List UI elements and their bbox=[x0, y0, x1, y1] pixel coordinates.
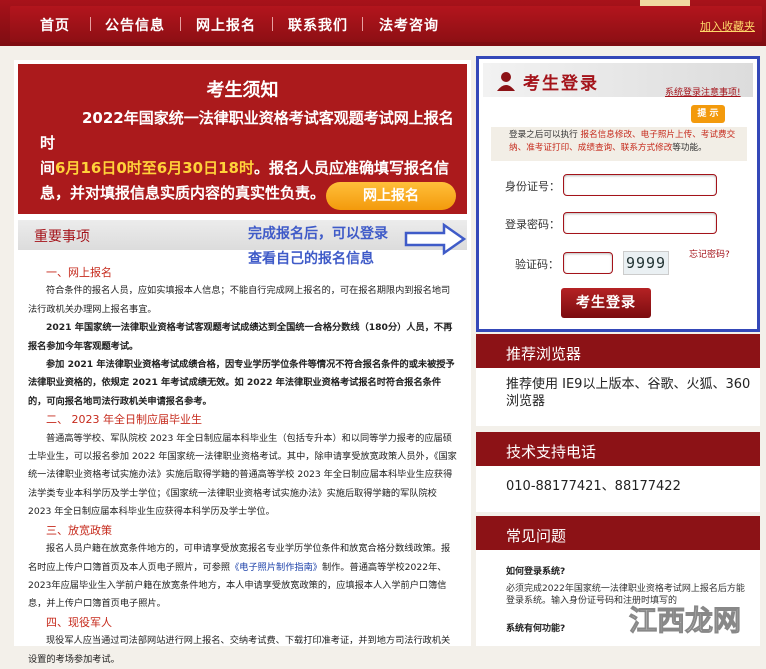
login-button[interactable]: 考生登录 bbox=[561, 288, 651, 318]
user-icon bbox=[497, 72, 515, 91]
browser-box: 推荐浏览器 推荐使用 IE9以上版本、谷歌、火狐、360浏览器 bbox=[476, 334, 760, 426]
nav-bar: 首页 公告信息 网上报名 联系我们 法考咨询 bbox=[10, 6, 762, 42]
support-title: 技术支持电话 bbox=[476, 432, 760, 466]
support-box: 技术支持电话 010-88177421、88177422 bbox=[476, 432, 760, 512]
notice-dates-highlight: 6月16日0时至6月30日18时 bbox=[55, 159, 254, 177]
paragraph: 现役军人应当通过司法部网站进行网上报名、交纳考试费、下载打印准考证，并到地方司法… bbox=[28, 635, 451, 665]
paragraph: 2021 年国家统一法律职业资格考试客观题考试成绩达到全国统一合格分数线（180… bbox=[28, 322, 453, 352]
paragraph: 报名人员户籍在放宽条件地方的，可申请享受放宽报名专业学历学位条件和放宽合格分数线… bbox=[28, 540, 458, 614]
notice-title: 考生须知 bbox=[206, 80, 279, 101]
watermark-logo-icon: 江西龙网 bbox=[628, 604, 741, 638]
add-favorite-link[interactable]: 加入收藏夹 bbox=[700, 18, 755, 34]
login-header: 考生登录 系统登录注意事项! bbox=[483, 63, 753, 98]
notice-text: 间 bbox=[40, 159, 56, 177]
browser-title: 推荐浏览器 bbox=[476, 334, 760, 368]
section-heading: 一、网上报名 bbox=[46, 266, 112, 279]
id-number-input[interactable] bbox=[563, 174, 717, 196]
left-panel: 考生须知 2022年国家统一法律职业资格考试客观题考试网上报名时 间6月16日0… bbox=[14, 60, 471, 665]
annotation-arrow-icon bbox=[404, 222, 467, 256]
forgot-password-link[interactable]: 忘记密码? bbox=[689, 247, 730, 260]
top-nav: 首页 公告信息 网上报名 联系我们 法考咨询 加入收藏夹 bbox=[0, 0, 766, 46]
password-input[interactable] bbox=[563, 212, 717, 234]
login-notes-link[interactable]: 系统登录注意事项! bbox=[665, 85, 741, 98]
captcha-label: 验证码： bbox=[515, 258, 559, 271]
section-heading: 三、放宽政策 bbox=[46, 523, 112, 537]
login-panel: 考生登录 系统登录注意事项! 提 示 登录之后可以执行 报名信息修改、电子照片上… bbox=[476, 56, 760, 332]
section-heading: 四、现役军人 bbox=[46, 615, 112, 629]
online-registration-button[interactable]: 网上报名 bbox=[326, 182, 456, 210]
notice-box: 考生须知 2022年国家统一法律职业资格考试客观题考试网上报名时 间6月16日0… bbox=[18, 64, 467, 214]
login-title: 考生登录 bbox=[523, 74, 599, 94]
nav-announcements[interactable]: 公告信息 bbox=[105, 15, 165, 35]
section-heading: 二、 2023 年全日制应届毕业生 bbox=[46, 413, 202, 427]
important-matters-title: 重要事项 bbox=[34, 229, 90, 245]
annotation-line-1: 完成报名后，可以登录 bbox=[248, 226, 388, 242]
paragraph: 符合条件的报名人员，应如实填报本人信息；不能自行完成网上报名的，可在报名期限内到… bbox=[28, 285, 451, 315]
notice-line-1: 2022年国家统一法律职业资格考试客观题考试网上报名时 bbox=[40, 109, 454, 152]
tip-text: 等功能。 bbox=[672, 143, 707, 153]
support-phone: 010-88177421、88177422 bbox=[506, 479, 681, 494]
faq-title: 常见问题 bbox=[476, 516, 760, 550]
paragraph: 普通高等学校、军队院校 2023 年全日制应届本科毕业生（包括专升本）和以同等学… bbox=[28, 432, 457, 518]
captcha-image[interactable]: 9999 bbox=[623, 251, 669, 275]
nav-separator bbox=[362, 17, 363, 31]
login-tip: 登录之后可以执行 报名信息修改、电子照片上传、考试费交纳、准考证打印、成绩查询、… bbox=[491, 127, 747, 161]
nav-consult[interactable]: 法考咨询 bbox=[379, 15, 439, 35]
nav-online-registration[interactable]: 网上报名 bbox=[196, 15, 256, 35]
captcha-input[interactable] bbox=[563, 252, 613, 274]
watermark-text: 江西龙网 bbox=[629, 604, 741, 637]
browser-text: 推荐使用 IE9以上版本、谷歌、火狐、360浏览器 bbox=[506, 377, 751, 409]
faq-question[interactable]: 如何登录系统? bbox=[506, 564, 750, 577]
important-matters-content: 一、网上报名 符合条件的报名人员，应如实填报本人信息；不能自行完成网上报名的，可… bbox=[28, 264, 458, 669]
nav-separator bbox=[90, 17, 91, 31]
id-number-label: 身份证号： bbox=[505, 180, 560, 193]
paragraph: 参加 2021 年法律职业资格考试成绩合格，因专业学历学位条件等情况不符合报名条… bbox=[28, 359, 455, 407]
notice-line-2: 间6月16日0时至6月30日18时。报名人员应准确填写报名信 bbox=[40, 156, 460, 181]
nav-home[interactable]: 首页 bbox=[40, 15, 70, 35]
tip-badge: 提 示 bbox=[691, 105, 725, 123]
important-matters-header: 重要事项 bbox=[18, 220, 467, 250]
photo-guide-link[interactable]: 《电子照片制作指南》 bbox=[230, 562, 322, 573]
notice-text: 。报名人员应准确填写报名信 bbox=[253, 159, 449, 177]
tip-text: 登录之后可以执行 bbox=[509, 130, 581, 140]
nav-separator bbox=[180, 17, 181, 31]
password-label: 登录密码： bbox=[505, 218, 560, 231]
nav-contact[interactable]: 联系我们 bbox=[288, 15, 348, 35]
nav-separator bbox=[272, 17, 273, 31]
